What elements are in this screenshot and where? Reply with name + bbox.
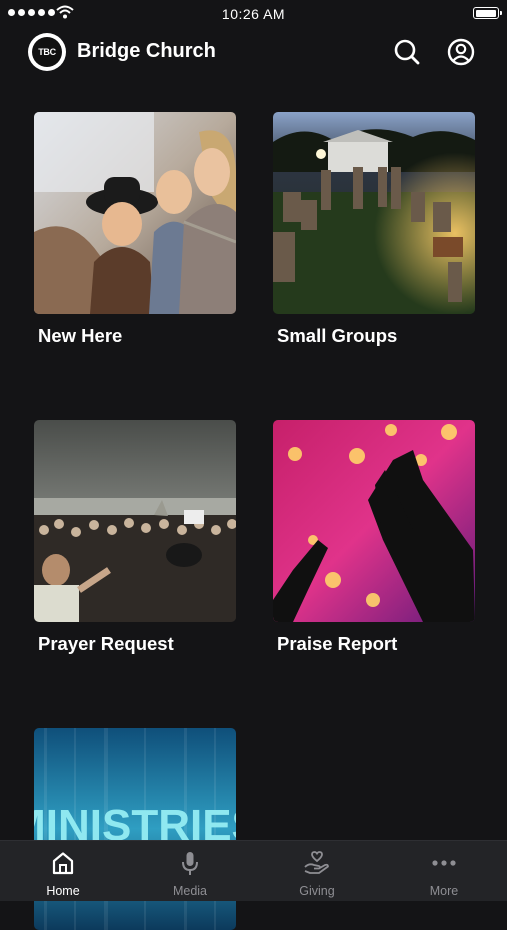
app-title: Bridge Church (77, 40, 216, 62)
tab-label: More (429, 884, 459, 898)
tile-label: New Here (38, 325, 123, 346)
account-button[interactable] (446, 37, 476, 67)
tab-bar: Home Media Giving More (0, 840, 507, 901)
tab-media[interactable]: Media (127, 841, 253, 901)
more-dots-icon (432, 860, 456, 866)
search-icon (394, 39, 420, 65)
tab-more[interactable]: More (381, 841, 507, 901)
tab-giving[interactable]: Giving (254, 841, 380, 901)
battery-icon (473, 7, 502, 19)
tile-label: Small Groups (277, 325, 398, 346)
tab-label: Home (46, 884, 80, 898)
new-here-image (34, 112, 236, 314)
tile-praise-report[interactable]: Praise Report (273, 420, 475, 654)
search-button[interactable] (392, 37, 422, 67)
praise-report-image (273, 420, 475, 622)
small-groups-image (273, 112, 475, 314)
status-bar: 10:26 AM (0, 0, 507, 28)
user-account-icon (447, 38, 475, 66)
church-logo: TBC (28, 33, 66, 71)
tab-home[interactable]: Home (0, 841, 126, 901)
app-header: TBC Bridge Church (0, 30, 507, 76)
tile-new-here[interactable]: New Here (34, 112, 236, 346)
microphone-icon (182, 852, 198, 875)
logo-text: TBC (32, 37, 62, 67)
tile-prayer-request[interactable]: Prayer Request (34, 420, 236, 654)
tab-label: Giving (299, 884, 335, 898)
status-time: 10:26 AM (221, 6, 286, 22)
tile-label: Prayer Request (38, 633, 174, 654)
giving-hand-heart-icon (304, 851, 329, 874)
prayer-request-image (34, 420, 236, 622)
home-icon (52, 852, 74, 875)
tab-label: Media (172, 884, 208, 898)
tile-label: Praise Report (277, 633, 398, 654)
tile-small-groups[interactable]: Small Groups (273, 112, 475, 346)
